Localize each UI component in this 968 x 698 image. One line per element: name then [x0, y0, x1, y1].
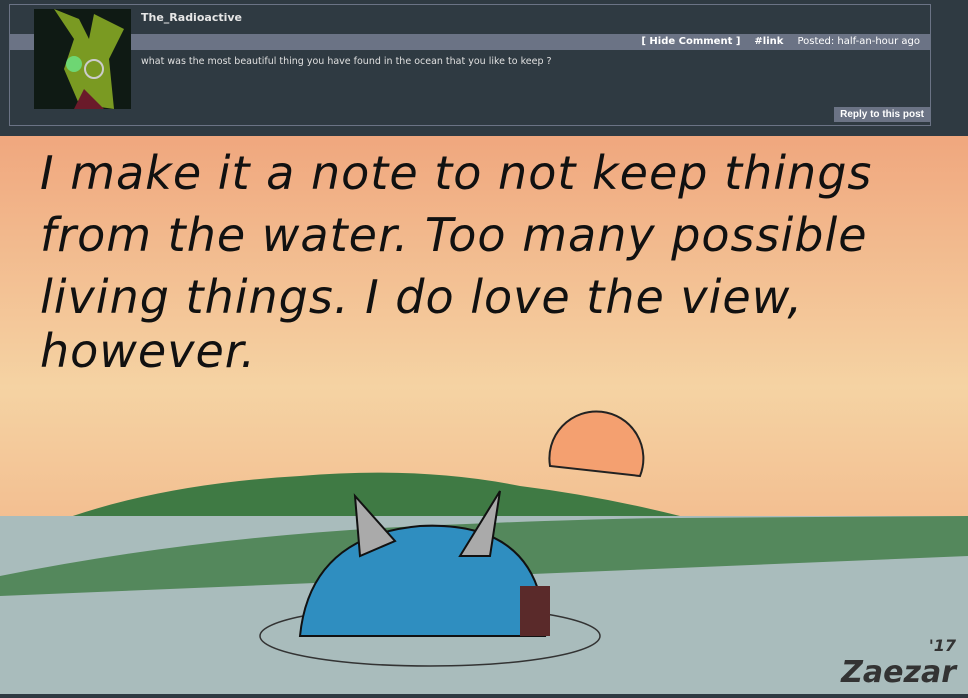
comment-message: what was the most beautiful thing you ha…	[141, 56, 552, 67]
handwritten-line-2: from the water. Too many possible	[40, 208, 868, 262]
handwritten-line-1: I make it a note to not keep things	[40, 146, 873, 200]
reply-button[interactable]: Reply to this post	[834, 107, 930, 122]
posted-time: half-an-hour ago	[837, 36, 920, 47]
signature-year: '17	[928, 636, 956, 655]
hide-comment-link[interactable]: [ Hide Comment ]	[641, 36, 740, 47]
comment-box: The_Radioactive [ Hide Comment ] #link P…	[9, 4, 931, 126]
posted-label: Posted:	[797, 36, 835, 47]
signature-name: Zaezar	[841, 655, 956, 690]
sunset-illustration: I make it a note to not keep things from…	[0, 136, 968, 694]
avatar[interactable]	[34, 9, 131, 109]
handwritten-line-3: living things. I do love the view, howev…	[40, 270, 804, 378]
comment-username[interactable]: The_Radioactive	[141, 11, 242, 24]
permalink[interactable]: #link	[754, 36, 783, 47]
comment-meta: [ Hide Comment ] #link Posted: half-an-h…	[641, 36, 920, 47]
artist-signature: '17 Zaezar	[841, 636, 956, 690]
posted-info: Posted: half-an-hour ago	[797, 36, 920, 47]
